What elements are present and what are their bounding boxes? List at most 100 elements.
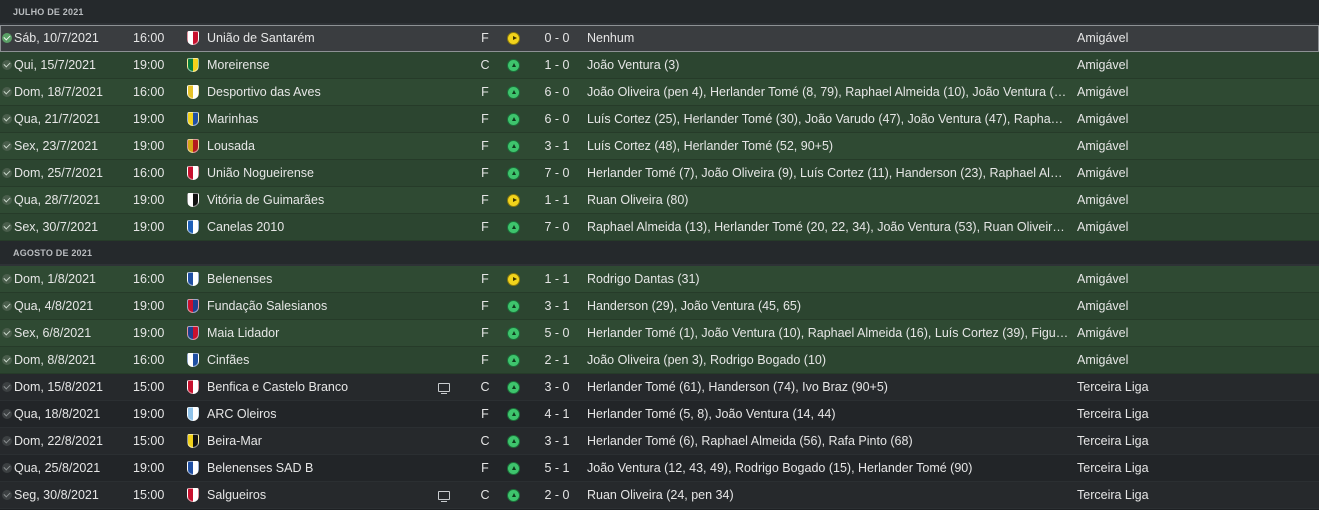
- score: 2 - 0: [544, 488, 570, 502]
- opponent-name[interactable]: ARC Oleiros: [207, 401, 437, 428]
- match-time: 16:00: [133, 166, 165, 180]
- tv-icon: [438, 214, 452, 241]
- match-time: 15:00: [133, 380, 165, 394]
- competition[interactable]: Amigável: [1077, 214, 1277, 241]
- win-result-icon: [507, 214, 523, 241]
- competition[interactable]: Amigável: [1077, 187, 1277, 214]
- match-row[interactable]: Seg, 30/8/2021 15:00 Salgueiros C 2 - 0 …: [0, 482, 1319, 509]
- played-check-icon: [2, 214, 14, 241]
- match-row[interactable]: Qua, 21/7/2021 19:00 Marinhas F 6 - 0 Lu…: [0, 106, 1319, 133]
- win-result-icon: [507, 401, 523, 428]
- played-check-icon: [2, 187, 14, 214]
- match-date: Qua, 21/7/2021: [14, 112, 101, 126]
- match-row[interactable]: Sex, 30/7/2021 19:00 Canelas 2010 F 7 - …: [0, 214, 1319, 241]
- win-result-icon: [507, 347, 523, 374]
- competition[interactable]: Terceira Liga: [1077, 482, 1277, 509]
- opponent-name[interactable]: Belenenses SAD B: [207, 455, 437, 482]
- competition[interactable]: Amigável: [1077, 25, 1277, 52]
- opponent-name[interactable]: Maia Lidador: [207, 320, 437, 347]
- match-date: Dom, 25/7/2021: [14, 166, 103, 180]
- match-time: 15:00: [133, 488, 165, 502]
- opponent-name[interactable]: Lousada: [207, 133, 437, 160]
- match-time: 16:00: [133, 31, 165, 45]
- tv-icon: [438, 455, 452, 482]
- played-check-icon: [2, 52, 14, 79]
- competition[interactable]: Amigável: [1077, 320, 1277, 347]
- competition[interactable]: Terceira Liga: [1077, 428, 1277, 455]
- match-date: Sex, 6/8/2021: [14, 326, 92, 340]
- score: 7 - 0: [544, 166, 570, 180]
- goalscorers: Luís Cortez (48), Herlander Tomé (52, 90…: [587, 139, 834, 153]
- match-row[interactable]: Sex, 6/8/2021 19:00 Maia Lidador F 5 - 0…: [0, 320, 1319, 347]
- played-check-icon: [2, 25, 14, 52]
- played-check-icon: [2, 133, 14, 160]
- match-time: 19:00: [133, 139, 165, 153]
- score: 1 - 1: [544, 193, 570, 207]
- opponent-name[interactable]: Marinhas: [207, 106, 437, 133]
- goalscorers: Ruan Oliveira (24, pen 34): [587, 488, 734, 502]
- venue: F: [481, 220, 489, 234]
- opponent-name[interactable]: Canelas 2010: [207, 214, 437, 241]
- score: 0 - 0: [544, 31, 570, 45]
- competition[interactable]: Amigável: [1077, 79, 1277, 106]
- opponent-name[interactable]: Moreirense: [207, 52, 437, 79]
- opponent-name[interactable]: Desportivo das Aves: [207, 79, 437, 106]
- competition[interactable]: Amigável: [1077, 106, 1277, 133]
- competition[interactable]: Amigável: [1077, 160, 1277, 187]
- competition[interactable]: Terceira Liga: [1077, 401, 1277, 428]
- match-row[interactable]: Sex, 23/7/2021 19:00 Lousada F 3 - 1 Luí…: [0, 133, 1319, 160]
- match-row[interactable]: Qua, 25/8/2021 19:00 Belenenses SAD B F …: [0, 455, 1319, 482]
- played-check-icon: [2, 428, 14, 455]
- match-row[interactable]: Dom, 8/8/2021 16:00 Cinfães F 2 - 1 João…: [0, 347, 1319, 374]
- venue: C: [480, 58, 490, 72]
- score: 3 - 1: [544, 299, 570, 313]
- venue: F: [481, 461, 489, 475]
- competition[interactable]: Amigável: [1077, 293, 1277, 320]
- competition[interactable]: Amigável: [1077, 52, 1277, 79]
- competition[interactable]: Terceira Liga: [1077, 374, 1277, 401]
- team-crest-icon: [187, 266, 203, 293]
- team-crest-icon: [187, 293, 203, 320]
- match-row[interactable]: Dom, 22/8/2021 15:00 Beira-Mar C 3 - 1 H…: [0, 428, 1319, 455]
- score: 7 - 0: [544, 220, 570, 234]
- tv-icon: [438, 25, 452, 52]
- opponent-name[interactable]: Belenenses: [207, 266, 437, 293]
- competition[interactable]: Amigável: [1077, 347, 1277, 374]
- match-date: Seg, 30/8/2021: [14, 488, 99, 502]
- tv-icon: [438, 133, 452, 160]
- opponent-name[interactable]: Beira-Mar: [207, 428, 437, 455]
- opponent-name[interactable]: Fundação Salesianos: [207, 293, 437, 320]
- match-row[interactable]: Sáb, 10/7/2021 16:00 União de Santarém F…: [0, 25, 1319, 52]
- goalscorers: Nenhum: [587, 31, 635, 45]
- venue: F: [481, 31, 489, 45]
- opponent-name[interactable]: Cinfães: [207, 347, 437, 374]
- match-row[interactable]: Dom, 1/8/2021 16:00 Belenenses F 1 - 1 R…: [0, 266, 1319, 293]
- goalscorers: João Ventura (12, 43, 49), Rodrigo Bogad…: [587, 461, 973, 475]
- match-row[interactable]: Qui, 15/7/2021 19:00 Moreirense C 1 - 0 …: [0, 52, 1319, 79]
- score: 3 - 1: [544, 139, 570, 153]
- match-row[interactable]: Qua, 18/8/2021 19:00 ARC Oleiros F 4 - 1…: [0, 401, 1319, 428]
- match-row[interactable]: Dom, 18/7/2021 16:00 Desportivo das Aves…: [0, 79, 1319, 106]
- match-time: 16:00: [133, 272, 165, 286]
- opponent-name[interactable]: Vitória de Guimarães: [207, 187, 437, 214]
- opponent-name[interactable]: Salgueiros: [207, 482, 437, 509]
- venue: F: [481, 326, 489, 340]
- played-check-icon: [2, 293, 14, 320]
- match-date: Qui, 15/7/2021: [14, 58, 97, 72]
- match-row[interactable]: Qua, 4/8/2021 19:00 Fundação Salesianos …: [0, 293, 1319, 320]
- played-check-icon: [2, 455, 14, 482]
- tv-icon: [438, 482, 452, 509]
- match-row[interactable]: Qua, 28/7/2021 19:00 Vitória de Guimarãe…: [0, 187, 1319, 214]
- match-time: 19:00: [133, 193, 165, 207]
- opponent-name[interactable]: Benfica e Castelo Branco: [207, 374, 437, 401]
- venue: C: [480, 488, 490, 502]
- competition[interactable]: Terceira Liga: [1077, 455, 1277, 482]
- played-check-icon: [2, 106, 14, 133]
- competition[interactable]: Amigável: [1077, 133, 1277, 160]
- tv-icon: [438, 52, 452, 79]
- competition[interactable]: Amigável: [1077, 266, 1277, 293]
- opponent-name[interactable]: União de Santarém: [207, 25, 437, 52]
- opponent-name[interactable]: União Nogueirense: [207, 160, 437, 187]
- match-row[interactable]: Dom, 15/8/2021 15:00 Benfica e Castelo B…: [0, 374, 1319, 401]
- match-row[interactable]: Dom, 25/7/2021 16:00 União Nogueirense F…: [0, 160, 1319, 187]
